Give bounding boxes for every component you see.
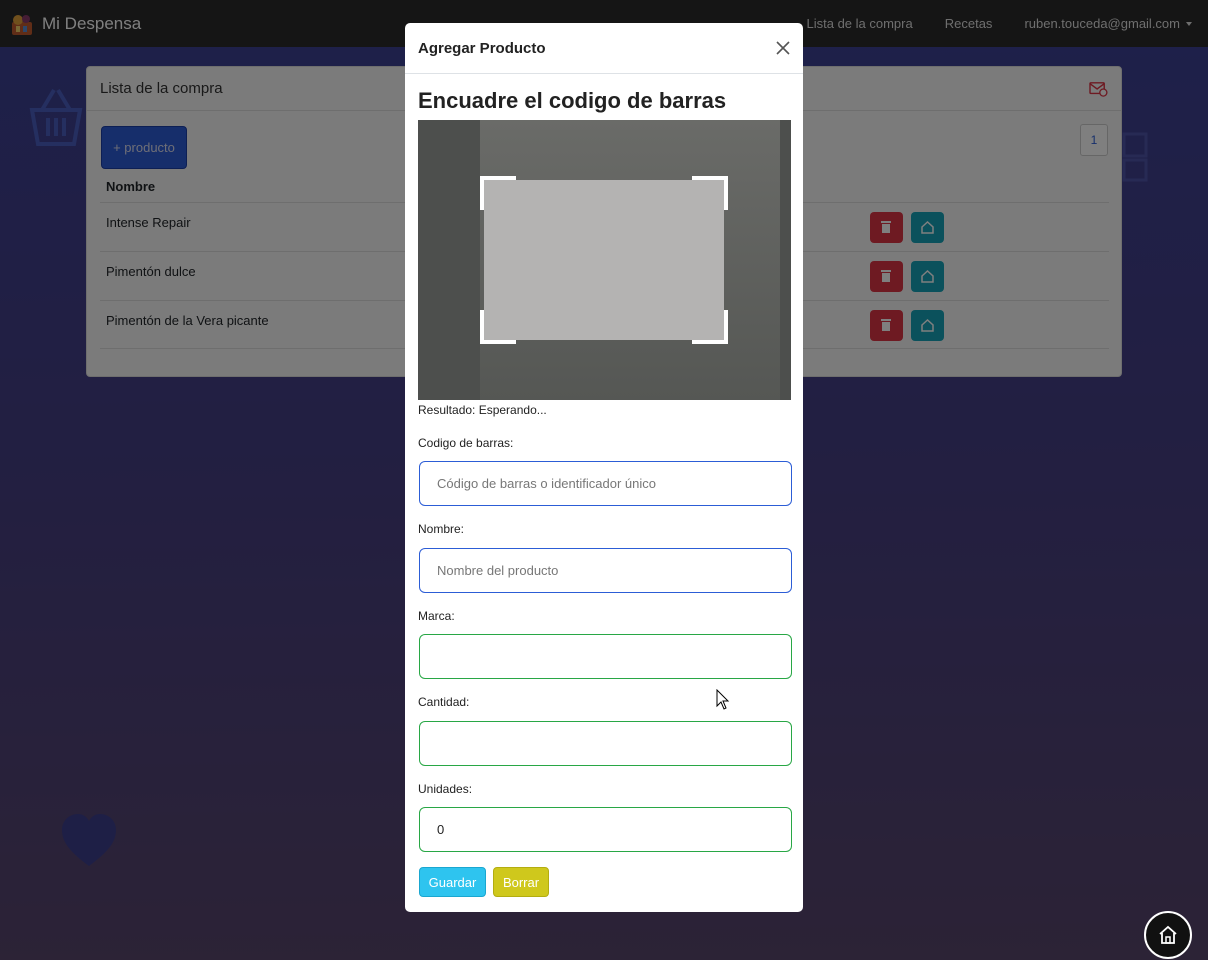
scan-bracket-corner (480, 176, 516, 210)
scan-bracket-corner (480, 310, 516, 344)
quantity-label: Cantidad: (418, 695, 470, 709)
scan-bracket-corner (692, 310, 728, 344)
clear-button[interactable]: Borrar (493, 867, 549, 897)
scan-result: Resultado: Esperando... (418, 403, 547, 417)
scan-title: Encuadre el codigo de barras (418, 88, 727, 113)
scan-bracket-corner (692, 176, 728, 210)
add-product-modal: Agregar Producto Encuadre el codigo de b… (405, 23, 803, 912)
name-label: Nombre: (418, 522, 465, 536)
units-label: Unidades: (418, 782, 473, 796)
brand-label: Marca: (418, 609, 455, 623)
close-icon[interactable] (775, 40, 791, 56)
save-button[interactable]: Guardar (419, 867, 486, 897)
home-icon (1159, 925, 1177, 944)
barcode-label: Codigo de barras: (418, 436, 514, 450)
camera-subject (484, 180, 724, 340)
brand-input[interactable] (419, 634, 792, 679)
home-button[interactable] (1144, 911, 1192, 959)
camera-preview (418, 120, 791, 400)
name-input[interactable] (419, 548, 792, 593)
mouse-cursor-icon (716, 689, 730, 710)
modal-title: Agregar Producto (418, 39, 546, 57)
barcode-input[interactable] (419, 461, 792, 506)
units-input[interactable] (419, 807, 792, 852)
quantity-input[interactable] (419, 721, 792, 766)
